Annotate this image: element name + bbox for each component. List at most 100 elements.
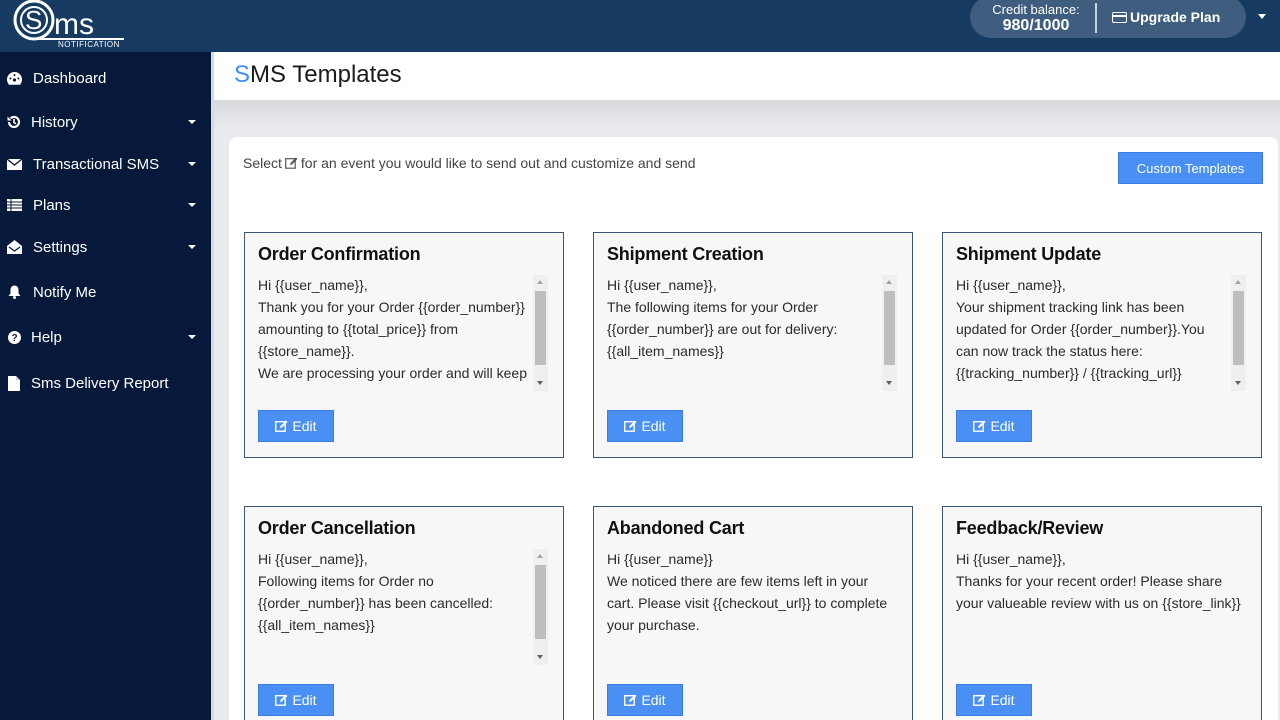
scroll-up-icon[interactable] xyxy=(1235,280,1241,284)
sidebar-item-help[interactable]: ? Help xyxy=(0,320,211,354)
edit-icon xyxy=(624,420,637,432)
chevron-down-icon xyxy=(188,203,196,207)
sidebar-item-label: Notify Me xyxy=(33,283,97,301)
edit-icon xyxy=(275,420,288,432)
scroll-thumb[interactable] xyxy=(884,291,895,365)
edit-icon xyxy=(973,420,986,432)
edit-button[interactable]: Edit xyxy=(956,410,1032,442)
sidebar-border xyxy=(211,52,214,720)
edit-button-label: Edit xyxy=(990,418,1015,434)
sidebar-item-label: Plans xyxy=(33,196,71,214)
scroll-up-icon[interactable] xyxy=(886,280,892,284)
history-icon xyxy=(6,114,22,130)
chevron-down-icon xyxy=(188,335,196,339)
scroll-up-icon[interactable] xyxy=(537,280,543,284)
svg-text:S: S xyxy=(25,5,42,35)
svg-text:NOTIFICATION: NOTIFICATION xyxy=(58,40,120,49)
instruction-text: Select for an event you would like to se… xyxy=(243,155,696,171)
chevron-down-icon xyxy=(188,162,196,166)
dashboard-icon xyxy=(6,70,22,86)
template-body[interactable]: Hi {{user_name}}, Thanks for your recent… xyxy=(956,548,1261,661)
template-body[interactable]: Hi {{user_name}}, Your shipment tracking… xyxy=(956,274,1233,387)
envelope-open-icon xyxy=(6,239,22,255)
scrollbar[interactable] xyxy=(1231,275,1246,391)
edit-button-label: Edit xyxy=(990,692,1015,708)
sidebar-item-transactional-sms[interactable]: Transactional SMS xyxy=(0,147,211,181)
sidebar-item-label: History xyxy=(31,113,78,131)
scroll-down-icon[interactable] xyxy=(537,655,543,659)
template-title: Shipment Creation xyxy=(607,244,764,264)
chevron-down-icon xyxy=(188,245,196,249)
sidebar-item-label: Sms Delivery Report xyxy=(31,374,169,392)
template-body[interactable]: Hi {{user_name}}, The following items fo… xyxy=(607,274,884,387)
edit-button[interactable]: Edit xyxy=(607,410,683,442)
edit-button-label: Edit xyxy=(641,692,666,708)
edit-icon xyxy=(973,694,986,706)
bell-icon xyxy=(6,284,22,300)
scrollbar[interactable] xyxy=(882,275,897,391)
template-card-shipment-update: Shipment Update Hi {{user_name}}, Your s… xyxy=(942,232,1262,458)
edit-button[interactable]: Edit xyxy=(258,684,334,716)
template-title: Feedback/Review xyxy=(956,518,1104,538)
sidebar-item-label: Settings xyxy=(33,238,88,256)
header-shadow xyxy=(214,100,1280,130)
edit-button[interactable]: Edit xyxy=(956,684,1032,716)
page-title: SMS Templates xyxy=(234,61,402,89)
template-card-shipment-creation: Shipment Creation Hi {{user_name}}, The … xyxy=(593,232,913,458)
scroll-down-icon[interactable] xyxy=(537,381,543,385)
question-icon: ? xyxy=(6,329,22,345)
sidebar-item-dashboard[interactable]: Dashboard xyxy=(0,61,211,95)
sms-notification-logo[interactable]: S ms NOTIFICATION xyxy=(12,0,162,50)
upgrade-plan-label: Upgrade Plan xyxy=(1130,9,1221,25)
edit-icon xyxy=(285,157,298,169)
template-title: Abandoned Cart xyxy=(607,518,745,538)
credit-balance-label: Credit balance: xyxy=(992,2,1080,17)
scroll-down-icon[interactable] xyxy=(1235,381,1241,385)
account-dropdown-caret-icon[interactable] xyxy=(1258,14,1266,19)
scroll-thumb[interactable] xyxy=(535,565,546,639)
scrollbar[interactable] xyxy=(533,275,548,391)
template-body[interactable]: Hi {{user_name}} We noticed there are fe… xyxy=(607,548,912,661)
upgrade-plan-button[interactable]: Upgrade Plan xyxy=(1112,9,1220,25)
credit-balance: Credit balance: 980/1000 xyxy=(983,2,1089,35)
sidebar-item-label: Help xyxy=(31,328,62,346)
scroll-down-icon[interactable] xyxy=(886,381,892,385)
envelope-icon xyxy=(6,156,22,172)
edit-icon xyxy=(624,694,637,706)
sidebar-item-settings[interactable]: Settings xyxy=(0,230,211,264)
scrollbar[interactable] xyxy=(533,549,548,665)
edit-button-label: Edit xyxy=(292,692,317,708)
instruction-suffix: for an event you would like to send out … xyxy=(300,155,696,171)
template-title: Order Confirmation xyxy=(258,244,421,264)
sidebar: Dashboard History Transactional SMS Plan… xyxy=(0,52,211,720)
edit-button[interactable]: Edit xyxy=(607,684,683,716)
edit-button[interactable]: Edit xyxy=(258,410,334,442)
sidebar-item-notify-me[interactable]: Notify Me xyxy=(0,275,211,309)
custom-templates-button[interactable]: Custom Templates xyxy=(1118,152,1263,184)
scroll-up-icon[interactable] xyxy=(537,554,543,558)
template-card-order-confirmation: Order Confirmation Hi {{user_name}}, Tha… xyxy=(244,232,564,458)
credit-card-icon xyxy=(1112,11,1127,23)
template-card-order-cancellation: Order Cancellation Hi {{user_name}}, Fol… xyxy=(244,506,564,720)
templates-panel: Select for an event you would like to se… xyxy=(229,137,1278,720)
sidebar-item-sms-delivery-report[interactable]: Sms Delivery Report xyxy=(0,366,211,400)
page-title-text: MS Templates xyxy=(250,61,402,88)
template-card-abandoned-cart: Abandoned Cart Hi {{user_name}} We notic… xyxy=(593,506,913,720)
chevron-down-icon xyxy=(188,120,196,124)
top-bar: S ms NOTIFICATION Credit balance: 980/10… xyxy=(0,0,1280,52)
sidebar-item-history[interactable]: History xyxy=(0,105,211,139)
edit-button-label: Edit xyxy=(641,418,666,434)
scroll-thumb[interactable] xyxy=(1233,291,1244,365)
page-title-accent: S xyxy=(234,61,251,88)
scroll-thumb[interactable] xyxy=(535,291,546,365)
page-header: SMS Templates xyxy=(214,52,1280,100)
template-body[interactable]: Hi {{user_name}}, Following items for Or… xyxy=(258,548,535,661)
instruction-prefix: Select xyxy=(243,155,282,171)
sidebar-item-label: Transactional SMS xyxy=(33,155,160,173)
template-title: Shipment Update xyxy=(956,244,1102,264)
edit-icon xyxy=(275,694,288,706)
sidebar-item-plans[interactable]: Plans xyxy=(0,188,211,222)
sidebar-item-label: Dashboard xyxy=(33,69,107,87)
template-body[interactable]: Hi {{user_name}}, Thank you for your Ord… xyxy=(258,274,535,387)
template-title: Order Cancellation xyxy=(258,518,416,538)
